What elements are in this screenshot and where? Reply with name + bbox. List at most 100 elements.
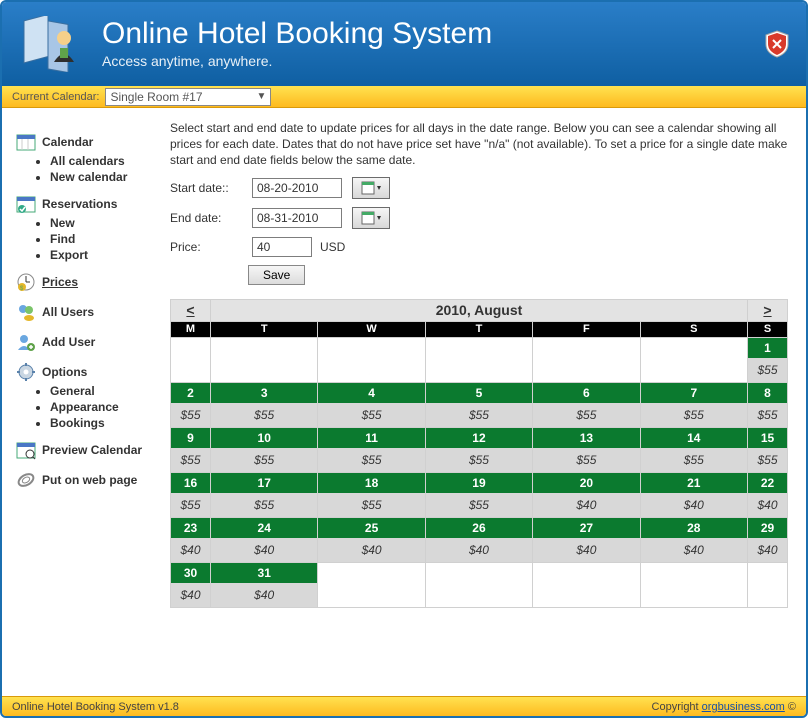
day-price: $40 (171, 538, 210, 562)
calendar-day-cell[interactable]: 22$40 (748, 472, 788, 517)
calendar-day-cell[interactable]: 8$55 (748, 382, 788, 427)
main-content: Select start and end date to update pric… (170, 108, 806, 696)
day-price: $55 (318, 403, 424, 427)
day-price (171, 358, 210, 382)
day-price: $40 (748, 538, 787, 562)
footer: Online Hotel Booking System v1.8 Copyrig… (2, 696, 806, 716)
app-header: Online Hotel Booking System Access anyti… (2, 2, 806, 86)
sidebar-item-preview[interactable]: Preview Calendar (16, 440, 166, 460)
start-date-picker-button[interactable] (352, 177, 390, 199)
start-date-input[interactable]: 08-20-2010 (252, 178, 342, 198)
end-date-input[interactable]: 08-31-2010 (252, 208, 342, 228)
calendar-day-cell (425, 562, 532, 607)
calendar-day-cell[interactable]: 1$55 (748, 337, 788, 382)
day-number: 3 (211, 383, 317, 403)
calendar-day-cell[interactable]: 4$55 (318, 382, 425, 427)
sidebar-item-options[interactable]: Options (16, 362, 166, 382)
day-number (426, 338, 532, 358)
day-price (748, 583, 787, 607)
day-price: $55 (426, 448, 532, 472)
sidebar-sub-appearance[interactable]: Appearance (50, 400, 166, 414)
dow-cell: M (171, 321, 211, 337)
sidebar-item-add-user[interactable]: Add User (16, 332, 166, 352)
calendar-day-cell[interactable]: 6$55 (533, 382, 640, 427)
sidebar-sub-find[interactable]: Find (50, 232, 166, 246)
calendar-day-cell[interactable]: 11$55 (318, 427, 425, 472)
calendar-day-cell (533, 562, 640, 607)
save-button[interactable]: Save (248, 265, 305, 285)
day-price (426, 358, 532, 382)
calendar-selector-bar: Current Calendar: Single Room #17 ▼ (2, 86, 806, 108)
day-number (318, 338, 424, 358)
day-number: 5 (426, 383, 532, 403)
calendar-day-cell[interactable]: 25$40 (318, 517, 425, 562)
calendar-day-cell[interactable]: 2$55 (171, 382, 211, 427)
day-number: 2 (171, 383, 210, 403)
sidebar-sub-new[interactable]: New (50, 216, 166, 230)
next-month-button[interactable]: > (763, 302, 771, 318)
calendar-day-cell[interactable]: 12$55 (425, 427, 532, 472)
sidebar-sub-general[interactable]: General (50, 384, 166, 398)
calendar-day-cell[interactable]: 31$40 (211, 562, 318, 607)
calendar-day-cell[interactable]: 28$40 (640, 517, 747, 562)
calendar-day-cell[interactable]: 23$40 (171, 517, 211, 562)
day-number: 9 (171, 428, 210, 448)
calendar-day-cell[interactable]: 7$55 (640, 382, 747, 427)
calendar-day-cell[interactable]: 18$55 (318, 472, 425, 517)
day-number: 7 (641, 383, 747, 403)
calendar-day-cell[interactable]: 5$55 (425, 382, 532, 427)
sidebar-item-reservations[interactable]: Reservations (16, 194, 166, 214)
day-number: 14 (641, 428, 747, 448)
calendar-day-cell[interactable]: 27$40 (533, 517, 640, 562)
day-price: $40 (641, 493, 747, 517)
day-price: $55 (318, 448, 424, 472)
day-number: 19 (426, 473, 532, 493)
day-price: $55 (211, 493, 317, 517)
footer-link[interactable]: orgbusiness.com (702, 701, 785, 713)
day-number (641, 338, 747, 358)
day-price (211, 358, 317, 382)
sidebar-sub-all-calendars[interactable]: All calendars (50, 154, 166, 168)
day-price: $55 (426, 493, 532, 517)
calendar-day-cell[interactable]: 19$55 (425, 472, 532, 517)
day-number: 30 (171, 563, 210, 583)
calendar-day-cell[interactable]: 9$55 (171, 427, 211, 472)
day-number: 10 (211, 428, 317, 448)
calendar-day-cell[interactable]: 10$55 (211, 427, 318, 472)
sidebar-item-webpage[interactable]: Put on web page (16, 470, 166, 490)
day-price: $55 (533, 403, 639, 427)
day-number: 12 (426, 428, 532, 448)
day-price (426, 583, 532, 607)
calendar-day-cell[interactable]: 3$55 (211, 382, 318, 427)
day-number: 13 (533, 428, 639, 448)
calendar-day-cell[interactable]: 30$40 (171, 562, 211, 607)
day-price: $55 (211, 448, 317, 472)
calendar-select-value: Single Room #17 (110, 90, 202, 104)
current-calendar-label: Current Calendar: (12, 91, 99, 103)
sidebar-sub-bookings[interactable]: Bookings (50, 416, 166, 430)
calendar-day-cell[interactable]: 21$40 (640, 472, 747, 517)
calendar-day-cell (318, 562, 425, 607)
calendar-day-cell[interactable]: 15$55 (748, 427, 788, 472)
sidebar-sub-new-calendar[interactable]: New calendar (50, 170, 166, 184)
app-subtitle: Access anytime, anywhere. (102, 53, 492, 69)
calendar-day-cell[interactable]: 24$40 (211, 517, 318, 562)
sidebar-item-all-users[interactable]: All Users (16, 302, 166, 322)
price-input[interactable]: 40 (252, 237, 312, 257)
prev-month-button[interactable]: < (186, 302, 194, 318)
sidebar-item-prices[interactable]: $ Prices (16, 272, 166, 292)
sidebar-sub-export[interactable]: Export (50, 248, 166, 262)
shield-close-icon[interactable] (764, 30, 790, 58)
dow-cell: T (425, 321, 532, 337)
calendar-day-cell[interactable]: 29$40 (748, 517, 788, 562)
calendar-day-cell[interactable]: 17$55 (211, 472, 318, 517)
sidebar-item-calendar[interactable]: Calendar (16, 132, 166, 152)
calendar-icon (16, 132, 36, 152)
calendar-day-cell[interactable]: 13$55 (533, 427, 640, 472)
calendar-day-cell[interactable]: 20$40 (533, 472, 640, 517)
calendar-select[interactable]: Single Room #17 ▼ (105, 88, 271, 106)
calendar-day-cell[interactable]: 26$40 (425, 517, 532, 562)
calendar-day-cell[interactable]: 14$55 (640, 427, 747, 472)
calendar-day-cell[interactable]: 16$55 (171, 472, 211, 517)
end-date-picker-button[interactable] (352, 207, 390, 229)
